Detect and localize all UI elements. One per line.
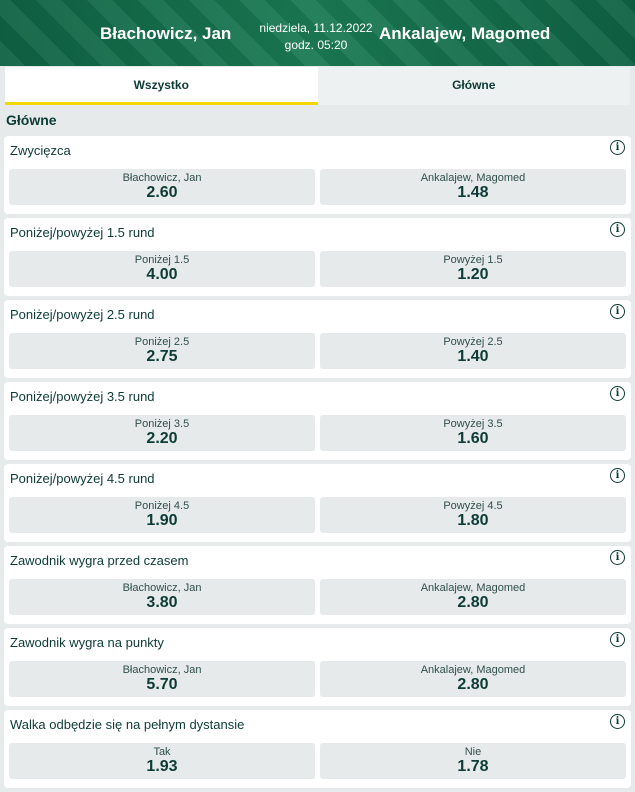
outcome-label: Powyżej 3.5: [443, 418, 503, 430]
market-card: Zawodnik wygra przed czasem i Błachowicz…: [4, 546, 631, 624]
tab-all[interactable]: Wszystko: [5, 67, 318, 105]
market-card: Poniżej/powyżej 2.5 rund i Poniżej 2.5 2…: [4, 300, 631, 378]
outcome-label: Błachowicz, Jan: [122, 582, 202, 594]
market-card: Zwycięzca i Błachowicz, Jan 2.60 Ankalaj…: [4, 136, 631, 214]
odds-value: 1.60: [457, 430, 489, 447]
outcome-label: Poniżej 1.5: [134, 254, 190, 266]
odds-button[interactable]: Nie 1.78: [320, 743, 626, 779]
outcome-label: Powyżej 4.5: [443, 500, 503, 512]
market-title: Poniżej/powyżej 1.5 rund: [10, 225, 155, 240]
odds-button[interactable]: Ankalajew, Magomed 2.80: [320, 579, 626, 615]
away-fighter-name: Ankalajew, Magomed: [379, 24, 551, 43]
odds-value: 2.75: [146, 348, 178, 365]
info-icon[interactable]: i: [610, 222, 625, 237]
market-title: Zawodnik wygra na punkty: [10, 635, 164, 650]
outcome-label: Tak: [153, 746, 171, 758]
odds-value: 1.40: [457, 348, 489, 365]
info-icon[interactable]: i: [610, 550, 625, 565]
outcome-label: Ankalajew, Magomed: [420, 664, 526, 676]
odds-value: 1.20: [457, 266, 489, 283]
odds-value: 4.00: [146, 266, 178, 283]
info-icon[interactable]: i: [610, 468, 625, 483]
odds-button[interactable]: Tak 1.93: [9, 743, 315, 779]
info-icon[interactable]: i: [610, 714, 625, 729]
odds-button[interactable]: Poniżej 2.5 2.75: [9, 333, 315, 369]
market-title: Walka odbędzie się na pełnym dystansie: [10, 717, 245, 732]
outcome-label: Poniżej 3.5: [134, 418, 190, 430]
outcome-label: Powyżej 2.5: [443, 336, 503, 348]
odds-value: 2.80: [457, 594, 489, 611]
section-title: Główne: [6, 112, 57, 128]
outcome-label: Błachowicz, Jan: [122, 172, 202, 184]
odds-value: 2.20: [146, 430, 178, 447]
outcome-label: Powyżej 1.5: [443, 254, 503, 266]
odds-value: 1.78: [457, 758, 489, 775]
outcome-label: Ankalajew, Magomed: [420, 582, 526, 594]
odds-value: 2.60: [146, 184, 178, 201]
market-tabs: Wszystko Główne: [5, 67, 630, 105]
info-icon[interactable]: i: [610, 632, 625, 647]
outcome-label: Poniżej 2.5: [134, 336, 190, 348]
odds-button[interactable]: Ankalajew, Magomed 1.48: [320, 169, 626, 205]
outcome-label: Poniżej 4.5: [134, 500, 190, 512]
match-date: niedziela, 11.12.2022: [259, 21, 373, 35]
odds-button[interactable]: Błachowicz, Jan 5.70: [9, 661, 315, 697]
odds-value: 5.70: [146, 676, 178, 693]
outcome-label: Błachowicz, Jan: [122, 664, 202, 676]
tab-main[interactable]: Główne: [317, 67, 630, 105]
odds-value: 3.80: [146, 594, 178, 611]
odds-button[interactable]: Błachowicz, Jan 2.60: [9, 169, 315, 205]
outcome-label: Ankalajew, Magomed: [420, 172, 526, 184]
outcome-label: Nie: [464, 746, 482, 758]
info-icon[interactable]: i: [610, 304, 625, 319]
odds-button[interactable]: Powyżej 4.5 1.80: [320, 497, 626, 533]
odds-value: 2.80: [457, 676, 489, 693]
market-card: Walka odbędzie się na pełnym dystansie i…: [4, 710, 631, 788]
market-title: Zwycięzca: [10, 143, 71, 158]
match-datetime: niedziela, 11.12.2022 godz. 05:20: [258, 20, 374, 54]
market-title: Poniżej/powyżej 2.5 rund: [10, 307, 155, 322]
odds-value: 1.90: [146, 512, 178, 529]
odds-button[interactable]: Poniżej 4.5 1.90: [9, 497, 315, 533]
odds-button[interactable]: Powyżej 1.5 1.20: [320, 251, 626, 287]
odds-button[interactable]: Powyżej 3.5 1.60: [320, 415, 626, 451]
market-title: Poniżej/powyżej 4.5 rund: [10, 471, 155, 486]
match-time: godz. 05:20: [284, 38, 348, 52]
market-title: Zawodnik wygra przed czasem: [10, 553, 189, 568]
odds-value: 1.48: [457, 184, 489, 201]
match-header: Błachowicz, Jan niedziela, 11.12.2022 go…: [0, 0, 635, 66]
odds-button[interactable]: Poniżej 3.5 2.20: [9, 415, 315, 451]
market-card: Zawodnik wygra na punkty i Błachowicz, J…: [4, 628, 631, 706]
info-icon[interactable]: i: [610, 140, 625, 155]
market-card: Poniżej/powyżej 4.5 rund i Poniżej 4.5 1…: [4, 464, 631, 542]
odds-button[interactable]: Powyżej 2.5 1.40: [320, 333, 626, 369]
home-fighter-name: Błachowicz, Jan: [100, 24, 232, 43]
odds-button[interactable]: Błachowicz, Jan 3.80: [9, 579, 315, 615]
odds-value: 1.93: [146, 758, 178, 775]
odds-value: 1.80: [457, 512, 489, 529]
market-card: Poniżej/powyżej 1.5 rund i Poniżej 1.5 4…: [4, 218, 631, 296]
odds-button[interactable]: Ankalajew, Magomed 2.80: [320, 661, 626, 697]
market-card: Poniżej/powyżej 3.5 rund i Poniżej 3.5 2…: [4, 382, 631, 460]
odds-button[interactable]: Poniżej 1.5 4.00: [9, 251, 315, 287]
market-title: Poniżej/powyżej 3.5 rund: [10, 389, 155, 404]
info-icon[interactable]: i: [610, 386, 625, 401]
